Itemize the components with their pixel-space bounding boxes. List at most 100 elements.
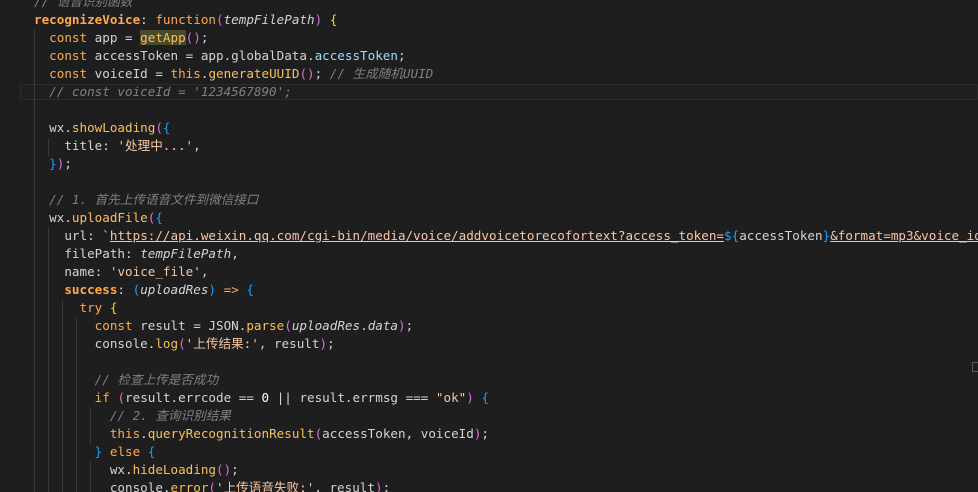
code-token: => xyxy=(223,282,239,297)
code-token: console. xyxy=(34,336,156,351)
scrollbar-marker[interactable] xyxy=(972,362,978,372)
code-token: showLoading xyxy=(71,120,156,135)
code-line[interactable]: url: `https://api.weixin.qq.com/cgi-bin/… xyxy=(34,227,978,245)
code-token: log xyxy=(155,336,179,351)
code-token: '上传结果:' xyxy=(185,336,259,351)
code-token: &format=mp3&voice_id= xyxy=(830,228,978,243)
code-line[interactable]: console.error('上传语音失败:', result); xyxy=(34,479,390,492)
code-line[interactable]: const accessToken = app.globalData.acces… xyxy=(34,47,406,65)
code-token: : xyxy=(140,12,156,27)
code-token: uploadRes xyxy=(140,282,209,297)
code-line[interactable]: const app = getApp(); xyxy=(34,29,208,47)
code-line[interactable]: // 2. 查询识别结果 xyxy=(34,407,231,425)
code-token: voiceId = xyxy=(87,66,171,81)
code-token: // 语音识别函数 xyxy=(34,0,133,9)
code-token: '处理中...' xyxy=(117,138,194,153)
code-line[interactable]: wx.uploadFile({ xyxy=(34,209,163,227)
code-token: const xyxy=(49,30,88,45)
code-token: tempFilePath xyxy=(140,246,232,261)
code-line[interactable]: const result = JSON.parse(uploadRes.data… xyxy=(34,317,414,335)
code-token: ; xyxy=(314,66,330,81)
code-token: ` xyxy=(102,228,110,243)
code-line[interactable]: // 检查上传是否成功 xyxy=(34,371,219,389)
code-token: filePath xyxy=(64,246,126,261)
code-token: uploadFile xyxy=(71,210,148,225)
code-token: accessToken = app.globalData. xyxy=(87,48,315,63)
code-token: try xyxy=(79,300,103,315)
code-token: ; xyxy=(481,426,490,441)
code-token: ; xyxy=(405,318,414,333)
code-line[interactable]: // 1. 首先上传语音文件到微信接口 xyxy=(34,191,258,209)
code-token: const xyxy=(49,48,88,63)
code-token: , xyxy=(231,246,239,261)
code-token: generateUUID xyxy=(208,66,300,81)
code-token: const xyxy=(94,318,133,333)
code-line[interactable]: success: (uploadRes) => { xyxy=(34,281,254,299)
code-line[interactable]: recognizeVoice: function(tempFilePath) { xyxy=(34,11,337,29)
code-token: () xyxy=(299,66,315,81)
code-token: tempFilePath xyxy=(223,12,315,27)
code-line[interactable]: } else { xyxy=(34,443,156,461)
code-token: wx. xyxy=(34,210,72,225)
code-token: ; xyxy=(200,30,209,45)
code-editor[interactable]: // 语音识别函数 recognizeVoice: function(tempFi… xyxy=(0,0,978,492)
code-token: { xyxy=(155,210,163,225)
code-line[interactable]: title: '处理中...', xyxy=(34,137,200,155)
code-token: this xyxy=(170,66,201,81)
code-line[interactable]: name: 'voice_file', xyxy=(34,263,208,281)
code-token: hideLoading xyxy=(132,462,216,477)
code-token: ) xyxy=(208,282,217,297)
code-token: ( xyxy=(216,12,224,27)
code-token: () xyxy=(185,30,201,45)
code-token: ( xyxy=(155,120,163,135)
code-token: ( xyxy=(208,480,216,492)
code-line[interactable]: }); xyxy=(34,155,72,173)
code-token: // 2. 查询识别结果 xyxy=(109,408,231,423)
code-token: } xyxy=(49,156,57,171)
code-line[interactable]: // const voiceId = '1234567890'; xyxy=(34,83,292,101)
code-token: parse xyxy=(246,318,285,333)
code-token: { xyxy=(109,300,118,315)
code-token: // 生成随机UUID xyxy=(329,66,434,81)
code-line[interactable]: console.log('上传结果:', result); xyxy=(34,335,335,353)
code-line[interactable]: wx.showLoading({ xyxy=(34,119,170,137)
code-token: . xyxy=(140,426,148,441)
code-token: queryRecognitionResult xyxy=(147,426,315,441)
code-line[interactable]: if (result.errcode == 0 || result.errmsg… xyxy=(34,389,489,407)
code-token: ) xyxy=(319,336,328,351)
code-token: { xyxy=(147,444,156,459)
code-token: ; xyxy=(397,48,406,63)
code-token: : xyxy=(102,138,118,153)
code-line[interactable]: try { xyxy=(34,299,118,317)
code-token: title xyxy=(64,138,103,153)
code-line[interactable]: filePath: tempFilePath, xyxy=(34,245,239,263)
code-line[interactable]: this.queryRecognitionResult(accessToken,… xyxy=(34,425,489,443)
code-token: ( xyxy=(117,390,126,405)
code-token: // 检查上传是否成功 xyxy=(94,372,219,387)
code-line[interactable]: const voiceId = this.generateUUID(); // … xyxy=(34,65,433,83)
code-line[interactable]: // 语音识别函数 xyxy=(34,0,132,11)
code-token: name xyxy=(64,264,95,279)
code-token: result = JSON. xyxy=(132,318,247,333)
code-line[interactable]: wx.hideLoading(); xyxy=(34,461,239,479)
code-token: : xyxy=(94,264,110,279)
code-token: wx. xyxy=(34,120,72,135)
code-token: this xyxy=(109,426,141,441)
code-token: function xyxy=(155,12,216,27)
code-token: error xyxy=(170,480,209,492)
code-token: https://api.weixin.qq.com/cgi-bin/media/… xyxy=(109,228,725,243)
